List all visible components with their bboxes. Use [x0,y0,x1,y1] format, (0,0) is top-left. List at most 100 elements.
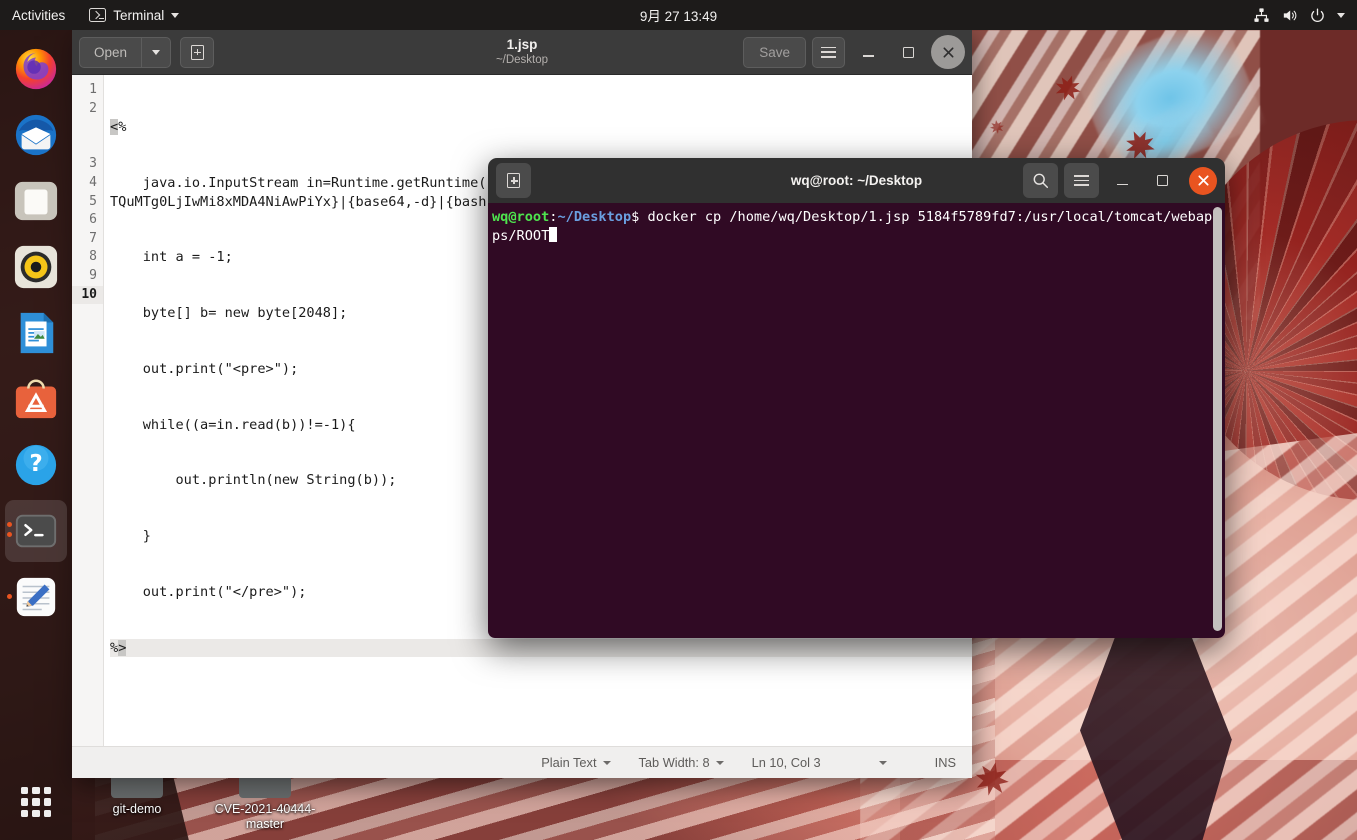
chevron-down-icon [602,760,611,765]
language-selector[interactable]: Plain Text [527,755,624,770]
terminal-new-tab-button[interactable] [496,163,531,198]
chevron-down-icon [878,760,887,765]
code-text: out.print("</pre>"); [110,584,307,601]
new-document-icon [190,44,204,60]
save-button[interactable]: Save [743,36,806,68]
files-icon [14,181,58,221]
line-number: 1 [89,82,97,97]
terminal-prompt-user: wq@root [492,209,550,225]
dock-item-help[interactable]: ? [5,434,67,496]
gedit-maximize-button[interactable] [891,35,925,69]
hamburger-icon [1074,175,1089,186]
running-indicator [7,522,12,527]
cursor-position-label: Ln 10, Col 3 [751,755,821,770]
new-document-button[interactable] [180,36,215,68]
maximize-icon [1156,175,1168,186]
terminal-prompt-dollar: $ [631,209,648,225]
line-number: 4 [89,174,97,190]
grid-dot [21,809,29,817]
open-dropdown-button[interactable] [141,36,172,68]
top-bar: Activities Terminal 9月 27 13:49 [0,0,1357,30]
libreoffice-writer-icon [20,312,54,354]
dock-item-libreoffice-writer[interactable] [5,302,67,364]
help-icon: ? [15,444,57,486]
dock-item-terminal[interactable] [5,500,67,562]
thunderbird-icon [15,114,57,156]
open-button-group: Open [79,36,172,68]
gedit-status-bar: Plain Text Tab Width: 8 Ln 10, Col 3 INS [72,746,972,778]
dock-item-ubuntu-software[interactable] [5,368,67,430]
text-editor-icon [16,577,56,617]
grid-dot [21,798,29,806]
code-line-current: %> [110,638,972,658]
line-number-current: 10 [72,285,103,305]
svg-text:?: ? [29,451,42,477]
code-text: out.println(new String(b)); [110,472,397,489]
cursor-position-selector[interactable]: Ln 10, Col 3 [738,755,921,770]
terminal-minimize-button[interactable] [1105,164,1139,198]
ubuntu-software-icon [15,379,57,419]
clock-button[interactable]: 9月 27 13:49 [0,5,1357,25]
gedit-menu-button[interactable] [812,36,845,68]
terminal-search-button[interactable] [1023,163,1058,198]
code-text: % [110,639,119,656]
grid-dot [43,787,51,795]
code-text: int a = -1; [110,249,233,266]
tab-width-selector[interactable]: Tab Width: 8 [625,755,738,770]
tab-width-label: Tab Width: 8 [638,755,710,770]
language-label: Plain Text [541,755,597,770]
terminal-menu-button[interactable] [1064,163,1099,198]
terminal-maximize-button[interactable] [1145,164,1179,198]
terminal-icon [15,514,57,548]
line-number: 5 [89,193,97,209]
code-text: } [110,528,151,545]
dock-item-text-editor[interactable] [5,566,67,628]
terminal-window: wq@root: ~/Desktop wq@root:~/Desktop$ do… [488,158,1225,638]
terminal-scrollbar[interactable] [1213,207,1222,631]
dock: ? [0,30,72,840]
terminal-cursor [549,226,558,242]
close-icon [942,46,954,58]
code-selection: > [118,639,127,656]
terminal-header-bar[interactable]: wq@root: ~/Desktop [488,158,1225,203]
gedit-close-button[interactable] [931,35,965,69]
search-icon [1033,173,1049,189]
running-indicator [7,532,12,537]
show-applications-button[interactable] [14,780,58,824]
line-number: 6 [89,212,97,228]
gedit-header-bar[interactable]: Open 1.jsp ~/Desktop Save [72,30,972,75]
desktop-icon-label: git-demo [112,802,162,816]
grid-dot [32,798,40,806]
code-line: <% [110,118,972,137]
open-button[interactable]: Open [79,36,142,68]
desktop-icon-label: CVE-2021-40444-master [214,802,316,831]
grid-dot [21,787,29,795]
dock-item-files[interactable] [5,170,67,232]
grid-dot [43,809,51,817]
close-icon [1197,175,1209,186]
dock-item-thunderbird[interactable] [5,104,67,166]
hamburger-icon [821,46,836,58]
line-number: 3 [89,156,97,172]
grid-dot [32,809,40,817]
minimize-icon [1116,183,1128,186]
minimize-icon [862,55,874,57]
line-number: 9 [89,267,97,283]
line-number: 8 [89,249,97,265]
new-tab-icon [507,173,520,188]
terminal-close-button[interactable] [1189,166,1217,195]
line-number-gutter: 1 2 3 4 5 6 7 8 9 10 [72,75,104,746]
code-text: out.print("<pre>"); [110,360,299,377]
insert-mode-label: INS [934,755,956,770]
line-number: 2 [89,100,97,116]
gedit-minimize-button[interactable] [851,35,885,69]
firefox-icon [15,48,57,90]
code-text: while((a=in.read(b))!=-1){ [110,416,356,433]
dock-item-firefox[interactable] [5,38,67,100]
dock-item-rhythmbox[interactable] [5,236,67,298]
code-selection: < [110,119,119,136]
grid-dot [43,798,51,806]
code-text: % [118,119,127,136]
maximize-icon [902,46,914,58]
terminal-output-area[interactable]: wq@root:~/Desktop$ docker cp /home/wq/De… [488,203,1225,638]
